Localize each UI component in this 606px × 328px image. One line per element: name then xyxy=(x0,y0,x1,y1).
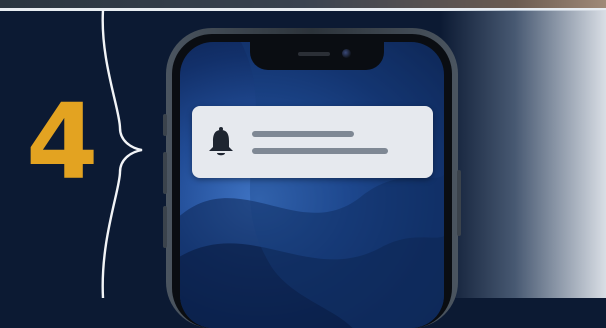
volume-up-button xyxy=(163,152,167,194)
silent-switch xyxy=(163,114,167,136)
front-camera xyxy=(342,49,351,58)
bell-icon xyxy=(209,127,233,156)
notification-banner[interactable] xyxy=(192,106,433,178)
earpiece-speaker xyxy=(298,52,330,56)
notification-text-line xyxy=(252,131,354,137)
phone-bezel xyxy=(172,34,452,328)
smartphone xyxy=(163,28,461,328)
step-number: 4 xyxy=(26,81,99,203)
volume-down-button xyxy=(163,206,167,248)
power-button xyxy=(457,170,461,236)
notification-text-line xyxy=(252,148,388,154)
wallpaper-waves xyxy=(180,42,444,328)
phone-notch xyxy=(250,42,384,70)
phone-screen xyxy=(180,42,444,328)
